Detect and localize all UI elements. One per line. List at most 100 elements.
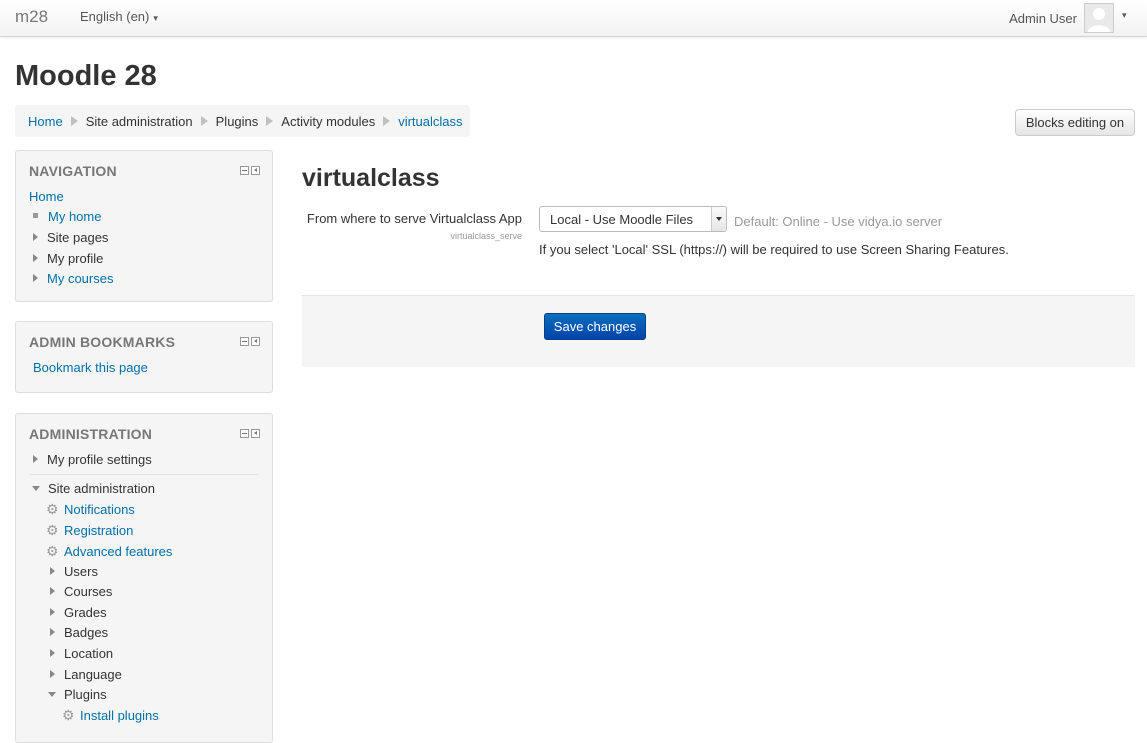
- expand-arrow-icon: [33, 274, 38, 282]
- setting-key: virtualclass_serve: [450, 231, 522, 241]
- admin-item-grades[interactable]: Grades: [50, 604, 107, 622]
- setting-label: From where to serve Virtualclass App: [306, 211, 522, 226]
- admin-item-label: Users: [64, 564, 98, 579]
- save-changes-button[interactable]: Save changes: [544, 313, 646, 340]
- admin-divider: [29, 474, 259, 475]
- collapse-block-icon[interactable]: [240, 166, 249, 175]
- caret-down-icon: ▾: [153, 13, 158, 23]
- breadcrumb-home[interactable]: Home: [28, 114, 63, 129]
- nav-item-site-pages[interactable]: Site pages: [33, 229, 108, 247]
- user-menu-caret-icon[interactable]: ▾: [1122, 10, 1127, 21]
- admin-item-install-plugins[interactable]: ⚙ Install plugins: [62, 706, 159, 724]
- admin-item-badges[interactable]: Badges: [50, 624, 108, 642]
- nav-item-my-courses[interactable]: My courses: [33, 270, 113, 288]
- admin-item-label: My profile settings: [47, 452, 152, 467]
- breadcrumb-plugins[interactable]: Plugins: [216, 114, 259, 129]
- nav-item-label: My home: [48, 209, 102, 224]
- navigation-block: NAVIGATION Home My home Site pages My pr…: [15, 150, 273, 302]
- admin-item-label: Notifications: [64, 502, 135, 517]
- block-controls: [240, 429, 260, 438]
- admin-item-label: Courses: [64, 584, 113, 599]
- admin-item-label: Install plugins: [80, 708, 159, 723]
- breadcrumb-site-administration[interactable]: Site administration: [86, 114, 193, 129]
- expand-arrow-icon: [33, 233, 38, 241]
- site-title: Moodle 28: [15, 60, 157, 92]
- block-controls: [240, 166, 260, 175]
- administration-block: ADMINISTRATION My profile settings Site …: [15, 413, 273, 743]
- gear-icon: ⚙: [46, 543, 59, 559]
- expand-arrow-icon: [50, 628, 55, 636]
- expand-arrow-icon: [50, 608, 55, 616]
- admin-item-advanced-features[interactable]: ⚙ Advanced features: [46, 542, 172, 560]
- breadcrumb-separator-icon: [266, 116, 274, 126]
- default-value-text: Default: Online - Use vidya.io server: [734, 214, 943, 229]
- admin-bookmarks-block: ADMIN BOOKMARKS Bookmark this page: [15, 321, 273, 393]
- bookmark-this-page-link[interactable]: Bookmark this page: [33, 359, 148, 377]
- admin-item-language[interactable]: Language: [50, 666, 122, 684]
- expand-arrow-icon: [50, 587, 55, 595]
- expand-arrow-icon: [50, 649, 55, 657]
- top-navbar: m28 English (en) ▾ Admin User ▾: [0, 0, 1147, 37]
- navigation-block-title: NAVIGATION: [29, 163, 117, 179]
- dock-block-icon[interactable]: [251, 429, 260, 438]
- expand-arrow-icon: [50, 567, 55, 575]
- admin-item-my-profile-settings[interactable]: My profile settings: [33, 451, 152, 469]
- expand-arrow-icon: [33, 254, 38, 262]
- page-heading: virtualclass: [302, 164, 440, 192]
- breadcrumb-virtualclass[interactable]: virtualclass: [398, 114, 462, 129]
- admin-item-users[interactable]: Users: [50, 563, 98, 581]
- collapse-arrow-icon: [48, 692, 56, 697]
- form-actions-bar: [302, 295, 1135, 367]
- breadcrumb-activity-modules[interactable]: Activity modules: [281, 114, 375, 129]
- admin-item-courses[interactable]: Courses: [50, 583, 112, 601]
- gear-icon: ⚙: [46, 501, 59, 517]
- gear-icon: ⚙: [46, 522, 59, 538]
- nav-item-label: My courses: [47, 271, 114, 286]
- nav-item-my-home[interactable]: My home: [31, 208, 101, 226]
- dock-block-icon[interactable]: [251, 166, 260, 175]
- admin-item-label: Language: [64, 667, 122, 682]
- collapse-block-icon[interactable]: [240, 337, 249, 346]
- dock-block-icon[interactable]: [251, 337, 260, 346]
- admin-item-site-administration[interactable]: Site administration: [32, 480, 155, 498]
- collapse-arrow-icon: [32, 486, 40, 491]
- breadcrumb-separator-icon: [70, 116, 78, 126]
- breadcrumb: Home Site administration Plugins Activit…: [15, 105, 470, 137]
- user-avatar[interactable]: [1084, 3, 1114, 33]
- collapse-block-icon[interactable]: [240, 429, 249, 438]
- language-label: English (en): [80, 9, 150, 24]
- setting-description: If you select 'Local' SSL (https://) wil…: [539, 242, 1009, 257]
- admin-item-label: Plugins: [64, 687, 107, 702]
- admin-item-plugins[interactable]: Plugins: [48, 686, 107, 704]
- breadcrumb-separator-icon: [383, 116, 391, 126]
- admin-item-registration[interactable]: ⚙ Registration: [46, 521, 133, 539]
- select-arrow-icon: [711, 207, 726, 231]
- admin-item-label: Location: [64, 646, 114, 661]
- block-controls: [240, 337, 260, 346]
- bullet-icon: [33, 213, 38, 218]
- site-brand[interactable]: m28: [15, 7, 48, 27]
- nav-item-label: My profile: [47, 251, 104, 266]
- administration-block-title: ADMINISTRATION: [29, 426, 153, 442]
- user-name[interactable]: Admin User: [1009, 11, 1077, 26]
- expand-arrow-icon: [33, 455, 38, 463]
- blocks-editing-button[interactable]: Blocks editing on: [1015, 109, 1135, 136]
- serve-location-select[interactable]: Local - Use Moodle Files: [539, 206, 727, 232]
- admin-item-location[interactable]: Location: [50, 645, 113, 663]
- select-value: Local - Use Moodle Files: [550, 211, 694, 227]
- nav-item-home[interactable]: Home: [29, 188, 64, 206]
- language-menu[interactable]: English (en) ▾: [80, 9, 158, 24]
- nav-item-label: Site pages: [47, 230, 109, 245]
- admin-item-label: Badges: [64, 625, 109, 640]
- admin-item-label: Registration: [64, 523, 134, 538]
- admin-bookmarks-title: ADMIN BOOKMARKS: [29, 334, 176, 350]
- gear-icon: ⚙: [62, 707, 75, 723]
- user-silhouette-icon: [1088, 8, 1110, 32]
- admin-item-label: Site administration: [48, 481, 155, 496]
- expand-arrow-icon: [50, 670, 55, 678]
- nav-item-my-profile[interactable]: My profile: [33, 250, 103, 268]
- admin-item-label: Advanced features: [64, 544, 173, 559]
- breadcrumb-separator-icon: [200, 116, 208, 126]
- admin-item-notifications[interactable]: ⚙ Notifications: [46, 500, 135, 518]
- admin-item-label: Grades: [64, 605, 107, 620]
